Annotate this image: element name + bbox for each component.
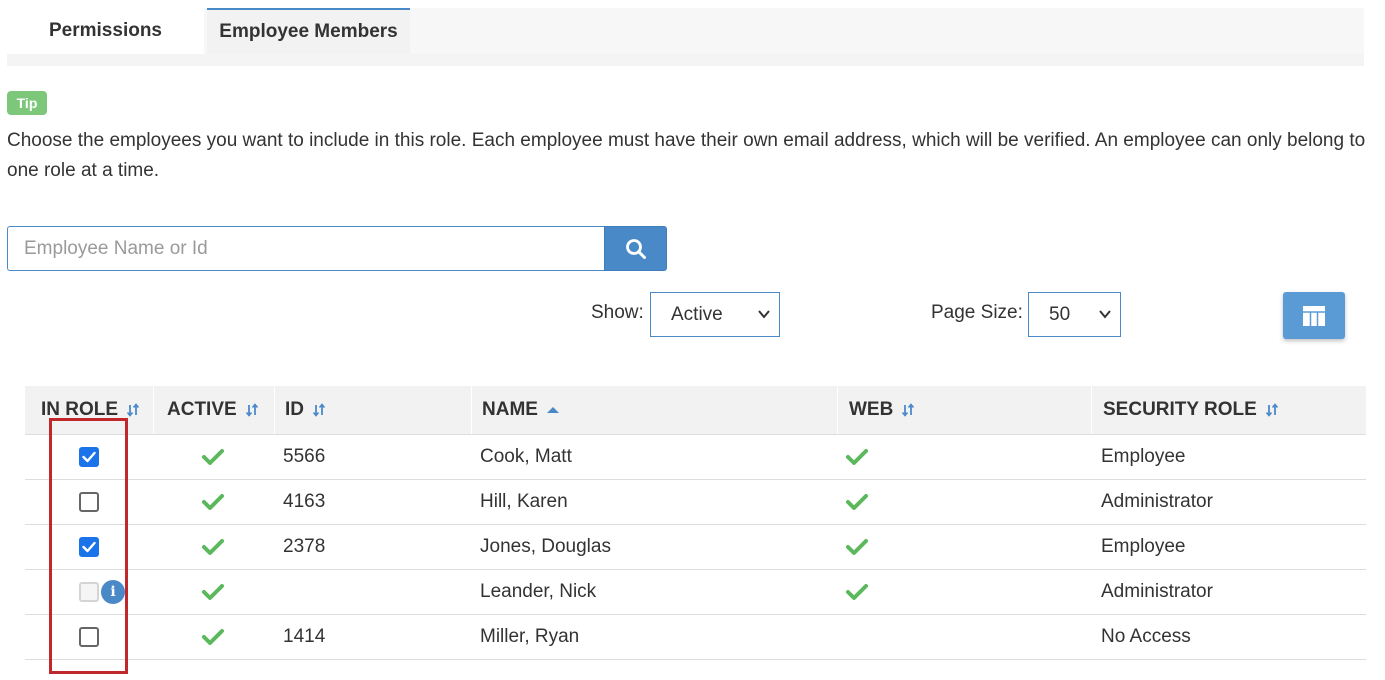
sort-icon bbox=[245, 403, 258, 417]
active-cell bbox=[202, 435, 224, 479]
column-header-id[interactable]: ID bbox=[269, 386, 470, 434]
column-header-label: ID bbox=[285, 399, 304, 420]
name-cell: Miller, Ryan bbox=[480, 626, 580, 647]
web-cell bbox=[846, 525, 868, 569]
show-select[interactable]: Active bbox=[650, 292, 780, 337]
search-icon bbox=[625, 238, 646, 259]
page-size-select-value: 50 bbox=[1049, 303, 1071, 325]
table-row[interactable]: 5566 Cook, Matt Employee bbox=[25, 435, 1366, 480]
tab-bar-underline bbox=[7, 54, 1364, 66]
checkmark-icon bbox=[202, 584, 224, 600]
checkmark-icon bbox=[202, 539, 224, 555]
table-row[interactable]: 4163 Hill, Karen Administrator bbox=[25, 480, 1366, 525]
table-header: IN ROLE ACTIVE ID NAME WEB SECURITY ROLE bbox=[25, 386, 1366, 435]
checkmark-icon bbox=[202, 449, 224, 465]
checkmark-icon bbox=[846, 449, 868, 465]
web-cell bbox=[846, 480, 868, 524]
sort-ascending-icon bbox=[546, 407, 559, 413]
sort-icon bbox=[312, 403, 326, 417]
id-cell: 1414 bbox=[283, 626, 326, 647]
show-label: Show: bbox=[591, 302, 644, 323]
checkmark-icon bbox=[202, 494, 224, 510]
sort-icon bbox=[902, 403, 915, 417]
page-size-select[interactable]: 50 bbox=[1028, 292, 1121, 337]
security-role-cell: Employee bbox=[1101, 536, 1186, 557]
table-row[interactable]: 2378 Jones, Douglas Employee bbox=[25, 525, 1366, 570]
show-select-value: Active bbox=[671, 303, 723, 325]
column-header-web[interactable]: WEB bbox=[833, 386, 1091, 434]
security-role-cell: No Access bbox=[1101, 626, 1191, 647]
tab-employee-members[interactable]: Employee Members bbox=[207, 8, 410, 54]
search-button[interactable] bbox=[604, 226, 667, 271]
active-cell bbox=[202, 480, 224, 524]
tab-permissions[interactable]: Permissions bbox=[7, 8, 204, 54]
name-cell: Hill, Karen bbox=[480, 491, 568, 512]
name-cell: Leander, Nick bbox=[480, 581, 597, 602]
active-cell bbox=[202, 615, 224, 659]
highlight-box bbox=[49, 418, 128, 674]
active-cell bbox=[202, 570, 224, 614]
column-header-label: SECURITY ROLE bbox=[1103, 399, 1257, 420]
id-cell: 5566 bbox=[283, 446, 326, 467]
web-cell bbox=[846, 435, 868, 479]
table-row[interactable]: 1414 Miller, Ryan No Access bbox=[25, 615, 1366, 660]
active-cell bbox=[202, 525, 224, 569]
column-chooser-button[interactable] bbox=[1283, 292, 1345, 339]
checkmark-icon bbox=[846, 584, 868, 600]
id-cell: 2378 bbox=[283, 536, 326, 557]
checkmark-icon bbox=[202, 629, 224, 645]
column-header-label: WEB bbox=[849, 399, 894, 420]
column-header-security-role[interactable]: SECURITY ROLE bbox=[1087, 386, 1366, 434]
column-header-active[interactable]: ACTIVE bbox=[151, 386, 274, 434]
grid-icon bbox=[1303, 305, 1325, 326]
security-role-cell: Employee bbox=[1101, 446, 1186, 467]
sort-icon bbox=[126, 403, 140, 417]
search-input[interactable] bbox=[7, 226, 605, 271]
table-row[interactable]: i Leander, Nick Administrator bbox=[25, 570, 1366, 615]
tip-text: Choose the employees you want to include… bbox=[7, 130, 1366, 181]
chevron-down-icon bbox=[758, 310, 770, 319]
security-role-cell: Administrator bbox=[1101, 491, 1213, 512]
column-header-label: ACTIVE bbox=[167, 399, 237, 420]
sort-icon bbox=[1265, 403, 1278, 417]
page-size-label: Page Size: bbox=[931, 302, 1023, 323]
checkmark-icon bbox=[846, 494, 868, 510]
column-header-label: NAME bbox=[482, 399, 538, 420]
tab-bar: Permissions Employee Members bbox=[7, 8, 1364, 66]
name-cell: Jones, Douglas bbox=[480, 536, 611, 557]
web-cell bbox=[846, 570, 868, 614]
id-cell: 4163 bbox=[283, 491, 326, 512]
column-header-name[interactable]: NAME bbox=[466, 386, 837, 434]
name-cell: Cook, Matt bbox=[480, 446, 572, 467]
checkmark-icon bbox=[846, 539, 868, 555]
chevron-down-icon bbox=[1099, 310, 1111, 319]
tip-badge: Tip bbox=[7, 91, 47, 115]
security-role-cell: Administrator bbox=[1101, 581, 1213, 602]
